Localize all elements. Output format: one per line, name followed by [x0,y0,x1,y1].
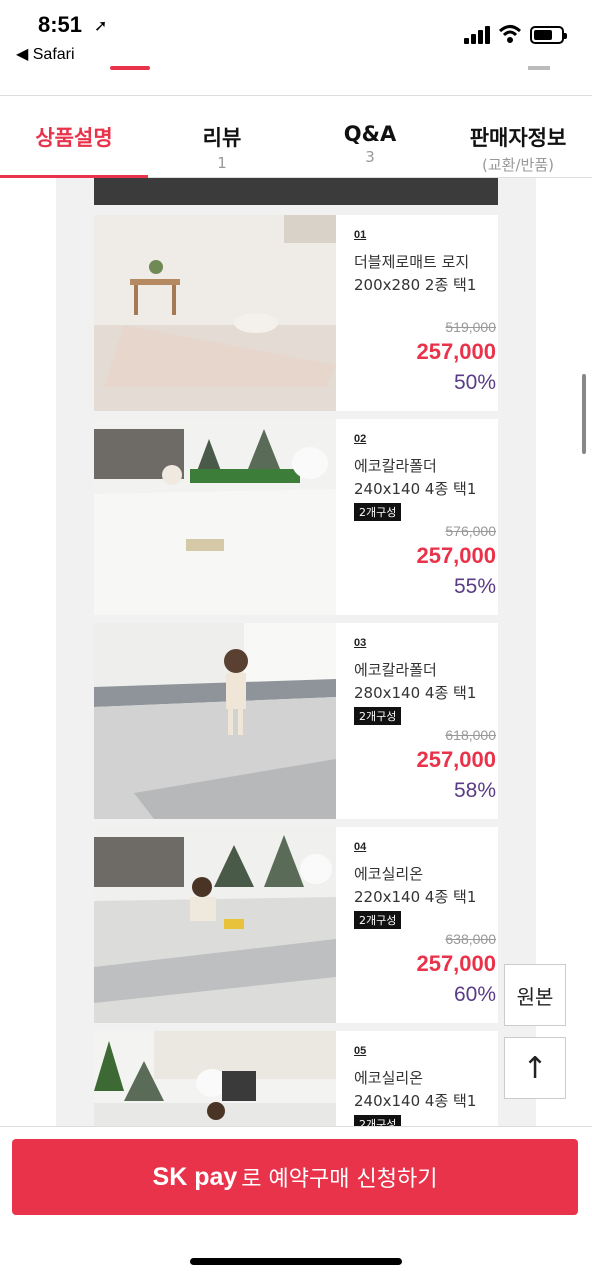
tab-qna[interactable]: Q&A 3 [296,96,444,178]
product-name: 에코실리온 220x140 4종 택1 [354,863,494,909]
product-card[interactable]: 03 에코칼라폴더 280x140 4종 택1 2개구성 618,000 257… [94,623,498,819]
sale-price: 257,000 [416,951,496,976]
location-arrow-icon: ➚ [94,16,108,35]
bottom-bar: SK pay 로 예약구매 신청하기 [0,1126,592,1280]
sale-price: 257,000 [416,339,496,364]
sale-price: 257,000 [416,543,496,568]
product-name-line: 에코실리온 [354,865,424,883]
product-card[interactable]: 01 더블제로매트 로지 200x280 2종 택1 519,000 257,0… [94,215,498,411]
product-image [94,1031,336,1126]
product-option: 200x280 2종 택1 [354,276,477,294]
product-name-line: 에코칼라폴더 [354,661,437,679]
wifi-icon [498,25,522,43]
back-to-safari-link[interactable]: ◀ Safari [16,44,75,64]
view-original-label: 원본 [516,984,554,1009]
status-bar: 8:51 ➚ ◀ Safari [0,0,592,96]
discount-rate: 58% [453,779,496,802]
product-name-line: 더블제로매트 로지 [354,253,470,271]
product-name: 에코실리온 240x140 4종 택1 [354,1067,494,1113]
product-name: 더블제로매트 로지 200x280 2종 택1 [354,251,494,297]
product-option: 220x140 4종 택1 [354,888,477,906]
set-badge: 2개구성 [354,1115,402,1126]
tab-label: Q&A [343,122,397,146]
previous-content-peek-right [528,66,550,70]
skpay-logo: SK pay [152,1162,238,1191]
tab-bar: 상품설명 리뷰 1 Q&A 3 판매자정보 (교환/반품) [0,96,592,178]
set-badge: 2개구성 [354,503,402,521]
product-image [94,623,336,819]
original-price: 638,000 [445,931,496,947]
set-badge: 2개구성 [354,707,402,725]
product-number: 03 [354,637,367,649]
previous-content-peek [110,66,150,70]
product-description-content: 01 더블제로매트 로지 200x280 2종 택1 519,000 257,0… [56,178,536,1126]
product-image [94,215,336,411]
product-card[interactable]: 05 에코실리온 240x140 4종 택1 2개구성 [94,1031,498,1126]
product-number: 05 [354,1045,367,1057]
set-badge: 2개구성 [354,911,402,929]
skpay-reserve-button[interactable]: SK pay 로 예약구매 신청하기 [12,1139,578,1215]
product-card[interactable]: 02 에코칼라폴더 240x140 4종 택1 2개구성 576,000 257… [94,419,498,615]
product-image [94,419,336,615]
product-option: 240x140 4종 택1 [354,480,477,498]
product-name-line: 에코실리온 [354,1069,424,1087]
product-name: 에코칼라폴더 280x140 4종 택1 [354,659,494,705]
product-name: 에코칼라폴더 240x140 4종 택1 [354,455,494,501]
product-option: 240x140 4종 택1 [354,1092,477,1110]
tab-count: 3 [365,148,375,166]
banner-image [94,178,498,205]
battery-icon [530,26,567,44]
tab-seller-info[interactable]: 판매자정보 (교환/반품) [444,96,592,178]
original-price: 519,000 [445,319,496,335]
tab-sub: (교환/반품) [482,156,554,174]
scrollbar[interactable] [582,374,586,454]
cellular-signal-icon [464,26,492,44]
product-option: 280x140 4종 택1 [354,684,477,702]
home-indicator [190,1258,402,1265]
sale-price: 257,000 [416,747,496,772]
cta-label: 로 예약구매 신청하기 [241,1167,438,1192]
product-image [94,827,336,1023]
view-original-button[interactable]: 원본 [504,964,566,1026]
tab-count: 1 [217,154,227,172]
discount-rate: 60% [453,983,496,1006]
product-number: 02 [354,433,367,445]
scroll-to-top-button[interactable]: ↑ [504,1037,566,1099]
discount-rate: 55% [453,575,496,598]
clock: 8:51 [38,12,83,37]
product-number: 01 [354,229,367,241]
discount-rate: 50% [453,371,496,394]
tab-label: 판매자정보 [469,126,567,150]
product-number: 04 [354,841,367,853]
original-price: 576,000 [445,523,496,539]
original-price: 618,000 [445,727,496,743]
tab-label: 상품설명 [35,126,113,150]
tab-label: 리뷰 [202,126,242,150]
tab-reviews[interactable]: 리뷰 1 [148,96,296,178]
arrow-up-icon: ↑ [522,1050,548,1086]
product-name-line: 에코칼라폴더 [354,457,437,475]
tab-product-description[interactable]: 상품설명 [0,96,148,178]
product-card[interactable]: 04 에코실리온 220x140 4종 택1 2개구성 638,000 257,… [94,827,498,1023]
